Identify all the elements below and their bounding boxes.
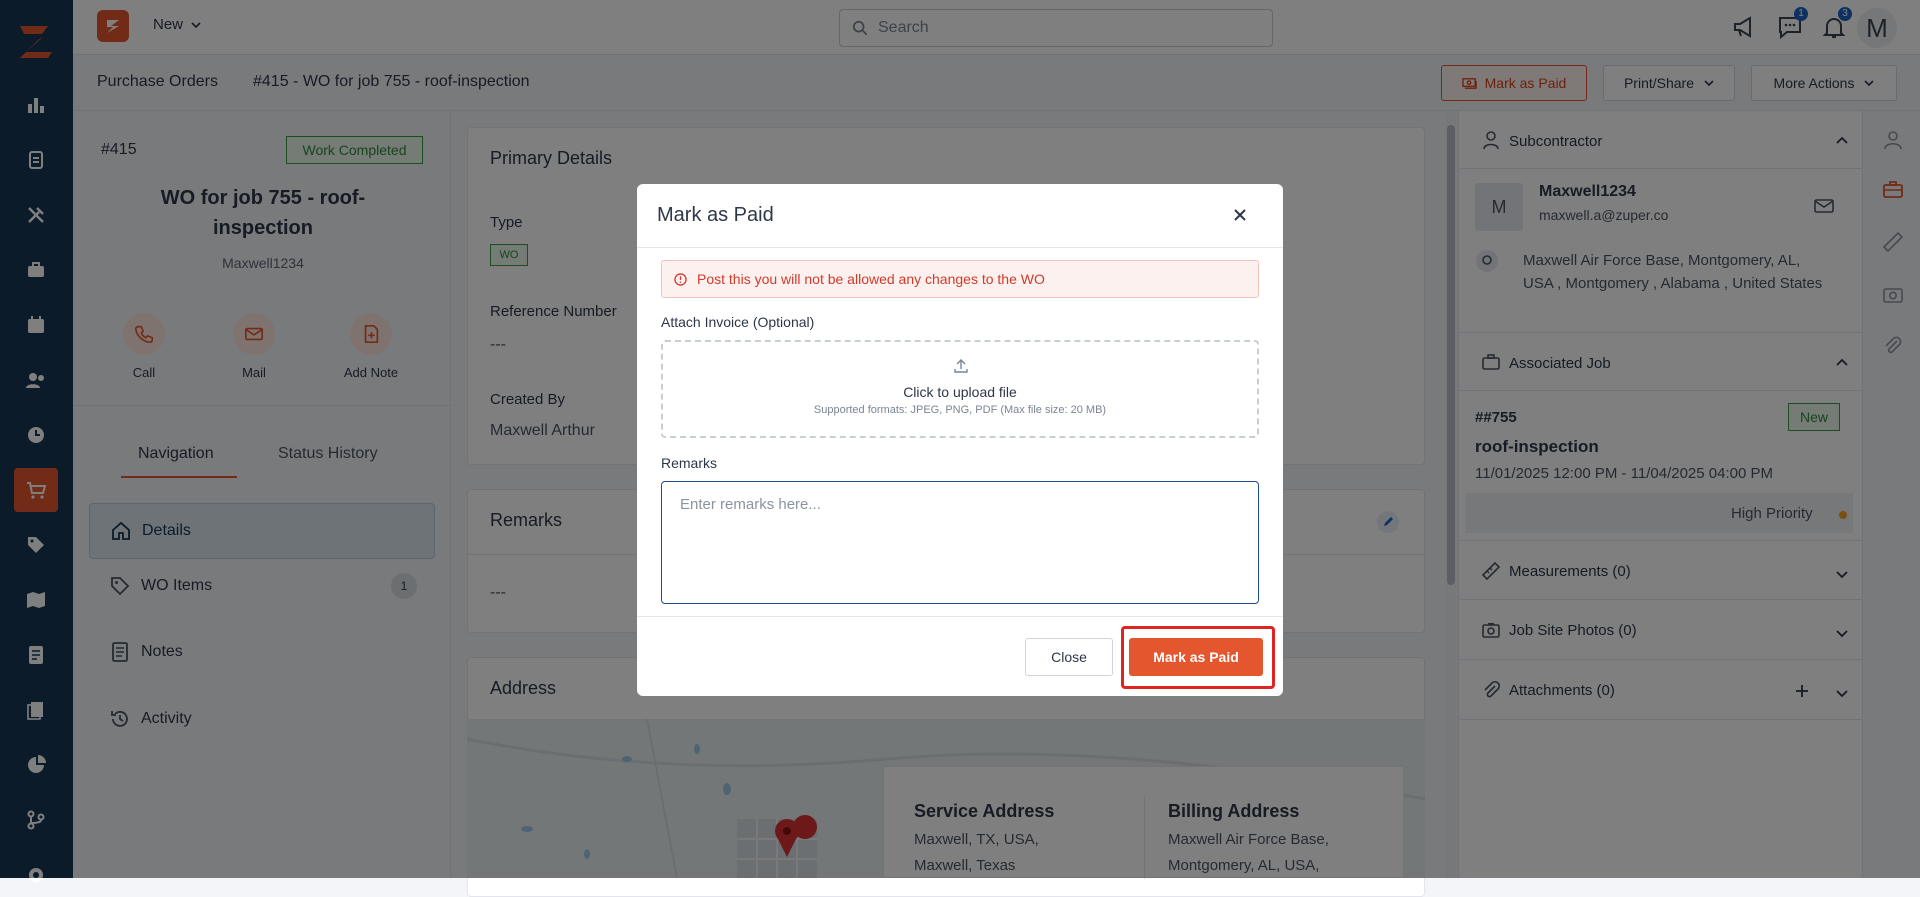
highlight-box [1121,626,1275,689]
mark-as-paid-dialog: Mark as Paid Post this you will not be a… [637,184,1283,696]
warning-text: Post this you will not be allowed any ch… [697,271,1045,287]
remarks-textarea[interactable] [661,481,1259,604]
warning-alert: Post this you will not be allowed any ch… [661,260,1259,298]
upload-hint: Supported formats: JPEG, PNG, PDF (Max f… [813,404,1107,416]
remarks-label: Remarks [661,455,718,471]
upload-text: Click to upload file [903,384,1017,400]
alert-circle-icon [674,272,687,286]
file-upload-dropzone[interactable]: Click to upload file Supported formats: … [661,340,1259,438]
divider [637,247,1283,248]
close-icon[interactable] [1227,202,1253,228]
close-button[interactable]: Close [1025,638,1113,676]
divider [637,616,1283,617]
upload-icon [954,359,968,373]
attach-invoice-label: Attach Invoice (Optional) [661,314,815,330]
dialog-title: Mark as Paid [657,204,774,226]
